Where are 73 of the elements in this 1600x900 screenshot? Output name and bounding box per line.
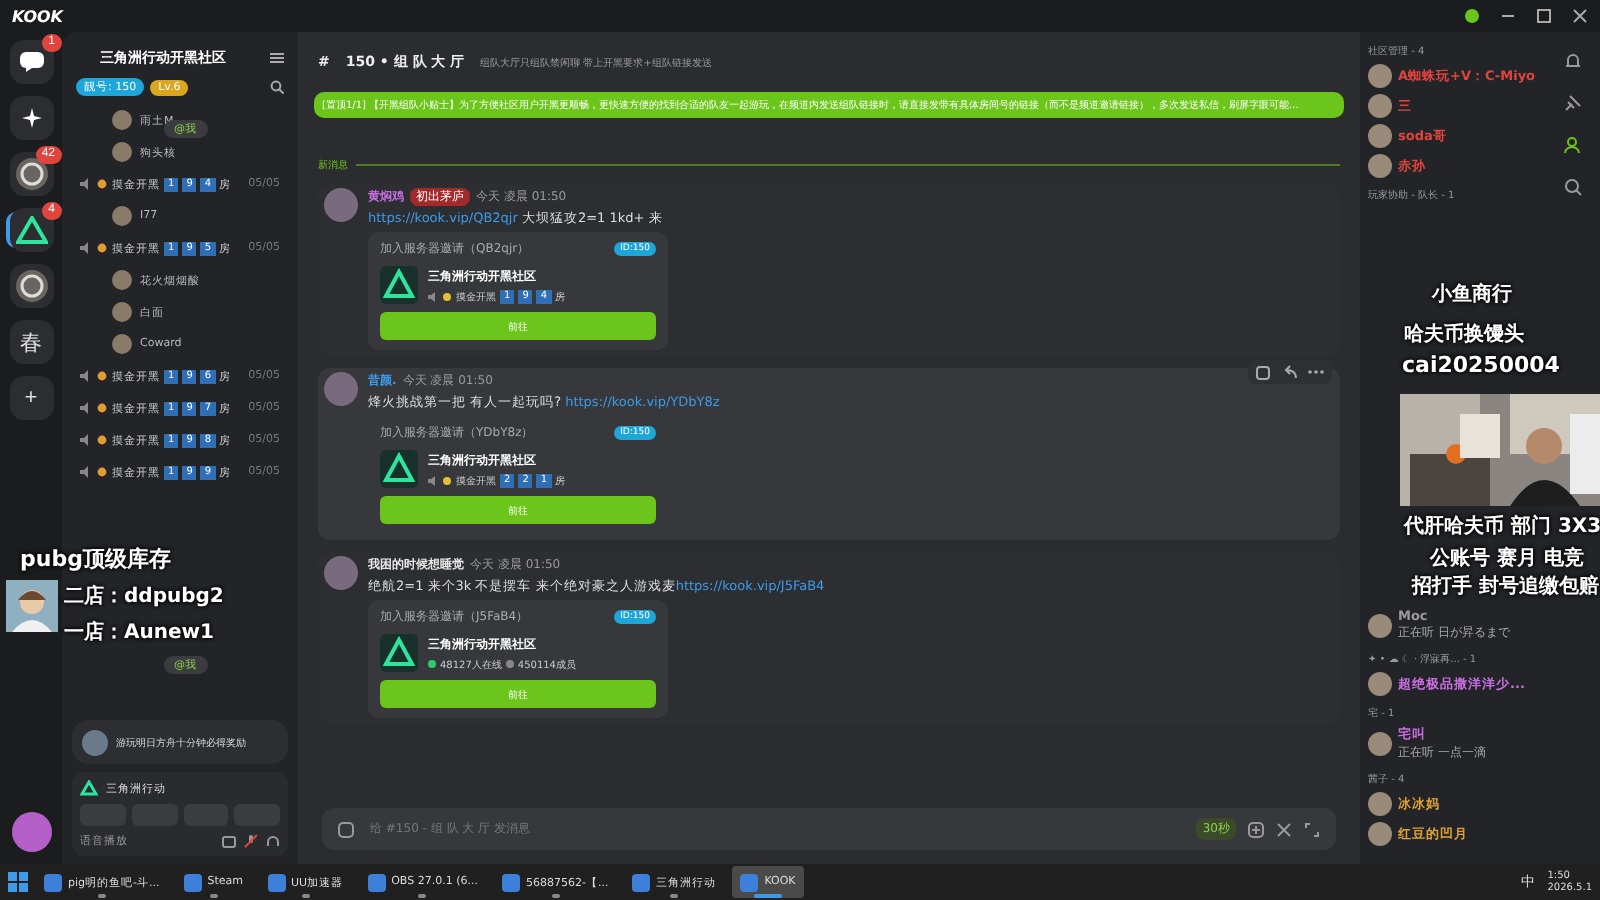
server-avatar-icon xyxy=(13,268,49,304)
sticker-icon[interactable] xyxy=(338,821,354,837)
member-avatar[interactable] xyxy=(1368,124,1392,148)
more-icon[interactable] xyxy=(1308,364,1324,380)
overlay-text: 小鱼商行 xyxy=(1432,280,1512,308)
speaker-icon xyxy=(80,370,92,382)
sun-icon xyxy=(96,466,108,478)
promo-avatar xyxy=(82,729,108,755)
overlay-text: 招打手 封号追缴包赔 xyxy=(1412,572,1599,600)
user-avatar xyxy=(112,206,132,226)
maximize-icon[interactable] xyxy=(1536,8,1552,24)
speaker-icon xyxy=(80,466,92,478)
windows-start-icon[interactable] xyxy=(8,872,28,892)
expand-icon[interactable] xyxy=(1304,821,1320,837)
mic-muted-icon[interactable] xyxy=(244,834,258,848)
search-icon[interactable] xyxy=(270,80,284,94)
bell-icon[interactable] xyxy=(1563,52,1581,70)
overlay-text: cai20250004 xyxy=(1402,352,1560,378)
discover-button[interactable] xyxy=(9,96,53,140)
reply-icon[interactable] xyxy=(1282,364,1298,380)
member-dot-icon xyxy=(505,660,514,668)
speaker-icon xyxy=(80,242,92,254)
members-icon[interactable] xyxy=(1563,136,1581,154)
speaker-icon xyxy=(80,434,92,446)
close-icon[interactable] xyxy=(1572,8,1588,24)
chat-bubble-icon xyxy=(19,52,43,72)
overlay-text: 公账号 赛月 电竞 xyxy=(1430,544,1584,572)
sun-icon xyxy=(96,370,108,382)
member-avatar[interactable] xyxy=(1368,822,1392,846)
server-button[interactable] xyxy=(9,264,53,308)
add-reaction-icon[interactable] xyxy=(1256,364,1272,380)
sparkle-icon xyxy=(21,108,41,128)
member-avatar[interactable] xyxy=(1368,94,1392,118)
headphones-icon[interactable] xyxy=(266,834,280,848)
overlay-text: 二店：ddpubg2 xyxy=(64,582,224,610)
triangle-logo-icon xyxy=(380,266,418,304)
sun-icon xyxy=(442,475,452,485)
speaker-icon xyxy=(80,178,92,190)
sun-icon xyxy=(442,291,452,301)
sun-icon xyxy=(96,178,108,190)
online-dot-icon xyxy=(428,660,436,668)
user-avatar[interactable] xyxy=(324,188,358,222)
user-avatar[interactable] xyxy=(11,812,51,852)
overlay-text: 哈夫币换馒头 xyxy=(1404,321,1524,348)
triangle-logo-icon xyxy=(80,780,98,796)
member-avatar[interactable] xyxy=(1368,64,1392,88)
server-avatar-icon xyxy=(13,156,49,192)
scissors-icon[interactable] xyxy=(1276,821,1292,837)
user-avatar[interactable] xyxy=(324,556,358,590)
member-avatar[interactable] xyxy=(1368,154,1392,178)
camera-icon[interactable] xyxy=(222,835,236,847)
menu-icon[interactable] xyxy=(270,52,284,64)
sun-icon xyxy=(96,434,108,446)
member-avatar[interactable] xyxy=(1368,792,1392,816)
sun-icon xyxy=(96,242,108,254)
overlay-text: 一店：Aunew1 xyxy=(64,618,214,646)
app-logo: KOOK xyxy=(12,7,63,25)
triangle-logo-icon xyxy=(380,634,418,672)
speaker-icon xyxy=(428,291,438,301)
speaker-icon xyxy=(428,475,438,485)
add-icon[interactable] xyxy=(1248,821,1264,837)
search-icon[interactable] xyxy=(1563,178,1581,196)
server-button[interactable]: 春 xyxy=(9,320,53,364)
triangle-logo-icon xyxy=(15,216,47,244)
overlay-text: 代肝哈夫币 部门 3X3 xyxy=(1404,512,1600,540)
member-avatar[interactable] xyxy=(1368,672,1392,696)
add-server-button[interactable]: + xyxy=(9,376,53,420)
member-avatar[interactable] xyxy=(1368,613,1392,637)
speaker-icon xyxy=(80,402,92,414)
member-avatar[interactable] xyxy=(1368,732,1392,756)
triangle-logo-icon xyxy=(380,450,418,488)
sun-icon xyxy=(96,402,108,414)
overlay-text: pubg顶级库存 xyxy=(20,544,171,574)
